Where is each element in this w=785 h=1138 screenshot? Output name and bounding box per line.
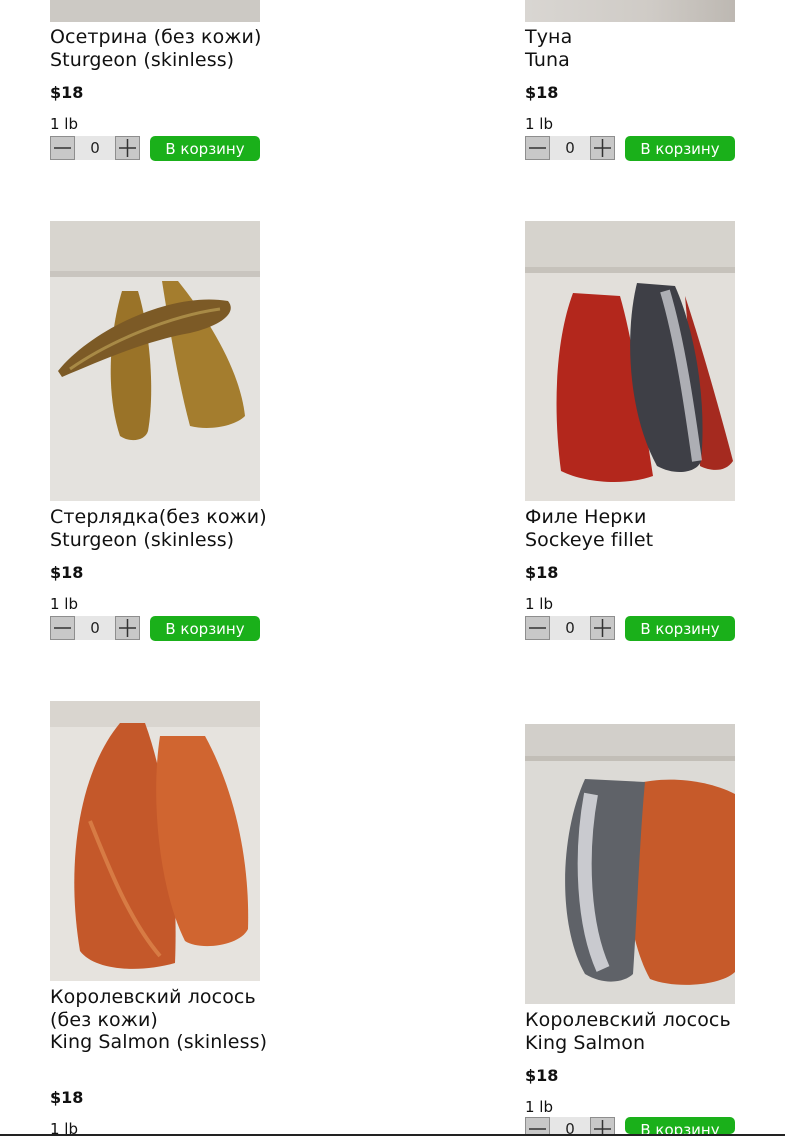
quantity-input[interactable] [550,1117,590,1134]
product-title-en: Sturgeon (skinless) [50,48,235,71]
product-image[interactable] [50,221,260,501]
plus-icon [594,1120,611,1134]
product-title-en: Sturgeon (skinless) [50,528,235,551]
quantity-input[interactable] [75,616,115,640]
product-title: Осетрина (без кожи) Sturgeon (skinless) [50,26,280,71]
add-to-cart-button[interactable]: В корзину [150,136,260,161]
minus-icon [54,627,71,629]
product-title: Королевский лосось (без кожи) King Salmo… [50,986,280,1054]
product-title-en: King Salmon (skinless) [50,1031,268,1053]
king-salmon-skinless-photo [50,701,260,981]
product-title-ru: Королевский лосось [525,1009,731,1031]
increment-button[interactable] [115,136,140,160]
increment-button[interactable] [590,616,615,640]
decrement-button[interactable] [50,616,75,640]
product-unit: 1 lb [525,595,554,613]
add-to-cart-button[interactable]: В корзину [625,136,735,161]
product-unit: 1 lb [525,1098,554,1116]
quantity-stepper [50,136,140,160]
product-title-ru: Филе Нерки [525,506,647,528]
product-image[interactable] [525,0,735,22]
decrement-button[interactable] [50,136,75,160]
plus-icon [594,619,611,637]
quantity-stepper [50,616,140,640]
product-title-ru: Стерлядка(без кожи) [50,506,267,528]
add-to-cart-button[interactable]: В корзину [150,616,260,641]
quantity-stepper [525,136,615,160]
product-price: $18 [525,563,559,582]
product-image[interactable] [50,0,260,22]
king-salmon-photo [525,724,735,1004]
decrement-button[interactable] [525,1117,550,1134]
product-title-ru: Королевский лосось (без кожи) [50,986,256,1031]
product-unit: 1 lb [50,115,79,133]
quantity-input[interactable] [550,616,590,640]
page-bottom-divider [0,1134,785,1136]
product-title: Королевский лосось King Salmon [525,1009,755,1054]
product-title: Стерлядка(без кожи) Sturgeon (skinless) [50,506,280,551]
add-to-cart-button[interactable]: В корзину [625,1117,735,1134]
decrement-button[interactable] [525,136,550,160]
minus-icon [54,147,71,149]
minus-icon [529,627,546,629]
product-price: $18 [50,1088,84,1107]
product-price: $18 [525,83,559,102]
plus-icon [119,139,136,157]
quantity-stepper [525,1117,615,1134]
product-price: $18 [525,1066,559,1085]
product-image[interactable] [525,221,735,501]
plus-icon [119,619,136,637]
product-title: Филе Нерки Sockeye fillet [525,506,755,551]
increment-button[interactable] [590,1117,615,1134]
product-price: $18 [50,563,84,582]
product-title-en: Sockeye fillet [525,528,654,551]
product-title-en: King Salmon [525,1031,646,1054]
product-title: Туна Tuna [525,26,755,71]
add-to-cart-button[interactable]: В корзину [625,616,735,641]
quantity-input[interactable] [550,136,590,160]
minus-icon [529,147,546,149]
product-title-ru: Туна [525,26,573,48]
smoked-sterlet-photo [50,221,260,501]
product-image[interactable] [50,701,260,981]
minus-icon [529,1128,546,1130]
product-price: $18 [50,83,84,102]
product-title-ru: Осетрина (без кожи) [50,26,262,48]
product-title-en: Tuna [525,48,570,71]
decrement-button[interactable] [525,616,550,640]
plus-icon [594,139,611,157]
quantity-stepper [525,616,615,640]
quantity-input[interactable] [75,136,115,160]
product-unit: 1 lb [525,115,554,133]
product-unit: 1 lb [50,595,79,613]
increment-button[interactable] [590,136,615,160]
product-image[interactable] [525,724,735,1004]
sockeye-fillet-photo [525,221,735,501]
increment-button[interactable] [115,616,140,640]
